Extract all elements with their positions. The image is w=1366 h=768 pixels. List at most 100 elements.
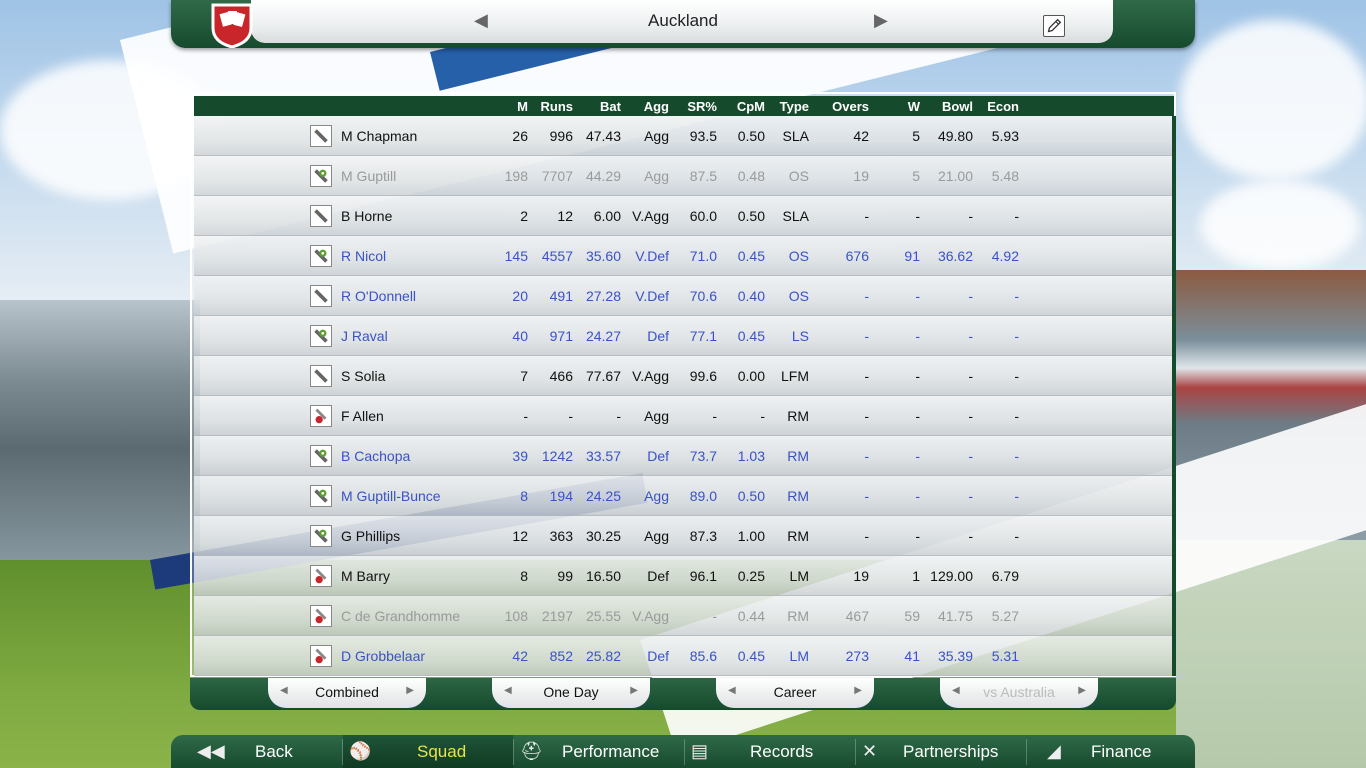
table-scrollbar[interactable]: [1172, 116, 1176, 676]
cell-bat: 44.29: [585, 168, 621, 184]
next-team-arrow-icon[interactable]: ▶: [874, 10, 888, 31]
chevron-right-icon[interactable]: ▶: [1078, 685, 1086, 696]
col-header-type[interactable]: Type: [765, 99, 809, 114]
cell-overs: -: [864, 528, 869, 544]
cell-runs: 466: [549, 368, 573, 384]
cell-runs: -: [568, 408, 573, 424]
cell-bat: 24.27: [585, 328, 621, 344]
cell-type: LM: [789, 648, 809, 664]
nav-partnerships-button[interactable]: ✕ Partnerships: [856, 735, 1026, 768]
col-header-bat[interactable]: Bat: [573, 99, 621, 114]
nav-records-button[interactable]: ▤ Records: [685, 735, 855, 768]
cell-sr: 87.3: [689, 528, 717, 544]
player-name[interactable]: R O'Donnell: [341, 288, 416, 304]
player-name[interactable]: J Raval: [341, 328, 388, 344]
player-name[interactable]: M Barry: [341, 568, 390, 584]
player-row[interactable]: R Nicol 145 4557 35.60 V.Def 71.0 0.45 OS 676 91 3…: [194, 236, 1174, 276]
col-header-sr[interactable]: SR%: [669, 99, 717, 114]
filter-tab-one-day[interactable]: ◀ One Day ▶: [492, 678, 650, 708]
col-header-w[interactable]: W: [869, 99, 920, 114]
cell-m: 39: [512, 448, 528, 464]
cell-cpm: 0.45: [737, 328, 765, 344]
player-name[interactable]: M Guptill-Bunce: [341, 488, 441, 504]
cell-bat: 30.25: [585, 528, 621, 544]
cell-runs: 1242: [541, 448, 573, 464]
player-row[interactable]: S Solia 7 466 77.67 V.Agg 99.6 0.00 LFM - - - -: [194, 356, 1174, 396]
cell-bowl: -: [968, 288, 973, 304]
cell-type: SLA: [782, 128, 809, 144]
filter-tab-opponent[interactable]: ◀ vs Australia ▶: [940, 678, 1098, 708]
cell-bowl: 49.80: [937, 128, 973, 144]
cell-agg: V.Def: [635, 288, 669, 304]
chevron-right-icon[interactable]: ▶: [406, 685, 414, 696]
filter-tab-combined[interactable]: ◀ Combined ▶: [268, 678, 426, 708]
records-icon: ▤: [691, 741, 709, 761]
squad-table: M Runs Bat Agg SR% CpM Type Overs W Bowl…: [190, 92, 1176, 677]
player-row[interactable]: G Phillips 12 363 30.25 Agg 87.3 1.00 RM - - - -: [194, 516, 1174, 556]
ball-role-icon: [310, 565, 332, 587]
cell-agg: V.Agg: [632, 608, 669, 624]
player-row[interactable]: D Grobbelaar 42 852 25.82 Def 85.6 0.45 LM 273 41…: [194, 636, 1174, 676]
col-header-overs[interactable]: Overs: [809, 99, 869, 114]
player-row[interactable]: C de Grandhomme 108 2197 25.55 V.Agg - 0.44 RM 4…: [194, 596, 1174, 636]
player-name[interactable]: B Cachopa: [341, 448, 410, 464]
cell-w: -: [915, 288, 920, 304]
player-row[interactable]: F Allen - - - Agg - - RM - - - -: [194, 396, 1174, 436]
cell-sr: 77.1: [689, 328, 717, 344]
player-row[interactable]: R O'Donnell 20 491 27.28 V.Def 70.6 0.40 OS - - - -: [194, 276, 1174, 316]
col-header-bowl[interactable]: Bowl: [920, 99, 973, 114]
player-row[interactable]: B Cachopa 39 1242 33.57 Def 73.7 1.03 RM - - - -: [194, 436, 1174, 476]
cell-w: -: [915, 408, 920, 424]
player-row[interactable]: M Guptill-Bunce 8 194 24.25 Agg 89.0 0.50 RM - - -…: [194, 476, 1174, 516]
squad-icon: ⚾: [349, 741, 372, 761]
col-header-agg[interactable]: Agg: [621, 99, 669, 114]
player-row[interactable]: M Barry 8 99 16.50 Def 96.1 0.25 LM 19 1 129.00 6.7…: [194, 556, 1174, 596]
cell-agg: Def: [647, 648, 669, 664]
player-row[interactable]: J Raval 40 971 24.27 Def 77.1 0.45 LS - - - -: [194, 316, 1174, 356]
cell-econ: 5.27: [991, 608, 1019, 624]
bat-ball-role-icon: [310, 165, 332, 187]
bat-role-icon: [310, 205, 332, 227]
chevron-right-icon[interactable]: ▶: [630, 685, 638, 696]
edit-pencil-icon[interactable]: [1043, 15, 1065, 37]
player-row[interactable]: M Guptill 198 7707 44.29 Agg 87.5 0.48 OS 19 5 21.…: [194, 156, 1174, 196]
chevron-right-icon[interactable]: ▶: [854, 685, 862, 696]
player-name[interactable]: S Solia: [341, 368, 385, 384]
nav-back-button[interactable]: ◀◀ Back: [171, 735, 341, 768]
cell-sr: 70.6: [689, 288, 717, 304]
cell-agg: Agg: [644, 168, 669, 184]
cell-overs: 676: [845, 248, 869, 264]
bat-role-icon: [310, 365, 332, 387]
player-name[interactable]: M Guptill: [341, 168, 396, 184]
player-name[interactable]: C de Grandhomme: [341, 608, 460, 624]
bat-ball-role-icon: [310, 245, 332, 267]
player-name[interactable]: R Nicol: [341, 248, 386, 264]
col-header-runs[interactable]: Runs: [528, 99, 574, 114]
col-header-cpm[interactable]: CpM: [717, 99, 765, 114]
player-name[interactable]: D Grobbelaar: [341, 648, 425, 664]
player-name[interactable]: G Phillips: [341, 528, 400, 544]
cell-w: -: [915, 448, 920, 464]
player-row[interactable]: B Horne 2 12 6.00 V.Agg 60.0 0.50 SLA - - - -: [194, 196, 1174, 236]
cell-econ: -: [1014, 488, 1019, 504]
nav-finance-button[interactable]: ◢ Finance: [1027, 735, 1195, 768]
cell-econ: 5.31: [991, 648, 1019, 664]
player-name[interactable]: F Allen: [341, 408, 384, 424]
previous-team-arrow-icon[interactable]: ◀: [474, 10, 488, 31]
cell-type: OS: [788, 248, 809, 264]
cell-w: 91: [904, 248, 920, 264]
col-header-m[interactable]: M: [498, 99, 528, 114]
nav-squad-button[interactable]: ⚾ Squad: [343, 735, 513, 768]
player-name[interactable]: B Horne: [341, 208, 392, 224]
cell-bat: 25.82: [585, 648, 621, 664]
player-row[interactable]: M Chapman 26 996 47.43 Agg 93.5 0.50 SLA 42 5 49.8…: [194, 116, 1174, 156]
col-header-econ[interactable]: Econ: [973, 99, 1019, 114]
nav-performance-button[interactable]: ⛑ Performance: [514, 735, 684, 768]
player-name[interactable]: M Chapman: [341, 128, 417, 144]
cell-type: RM: [787, 528, 809, 544]
filter-tab-career[interactable]: ◀ Career ▶: [716, 678, 874, 708]
cell-runs: 971: [549, 328, 573, 344]
cell-bowl: 41.75: [937, 608, 973, 624]
cell-agg: Def: [647, 328, 669, 344]
bat-role-icon: [310, 285, 332, 307]
